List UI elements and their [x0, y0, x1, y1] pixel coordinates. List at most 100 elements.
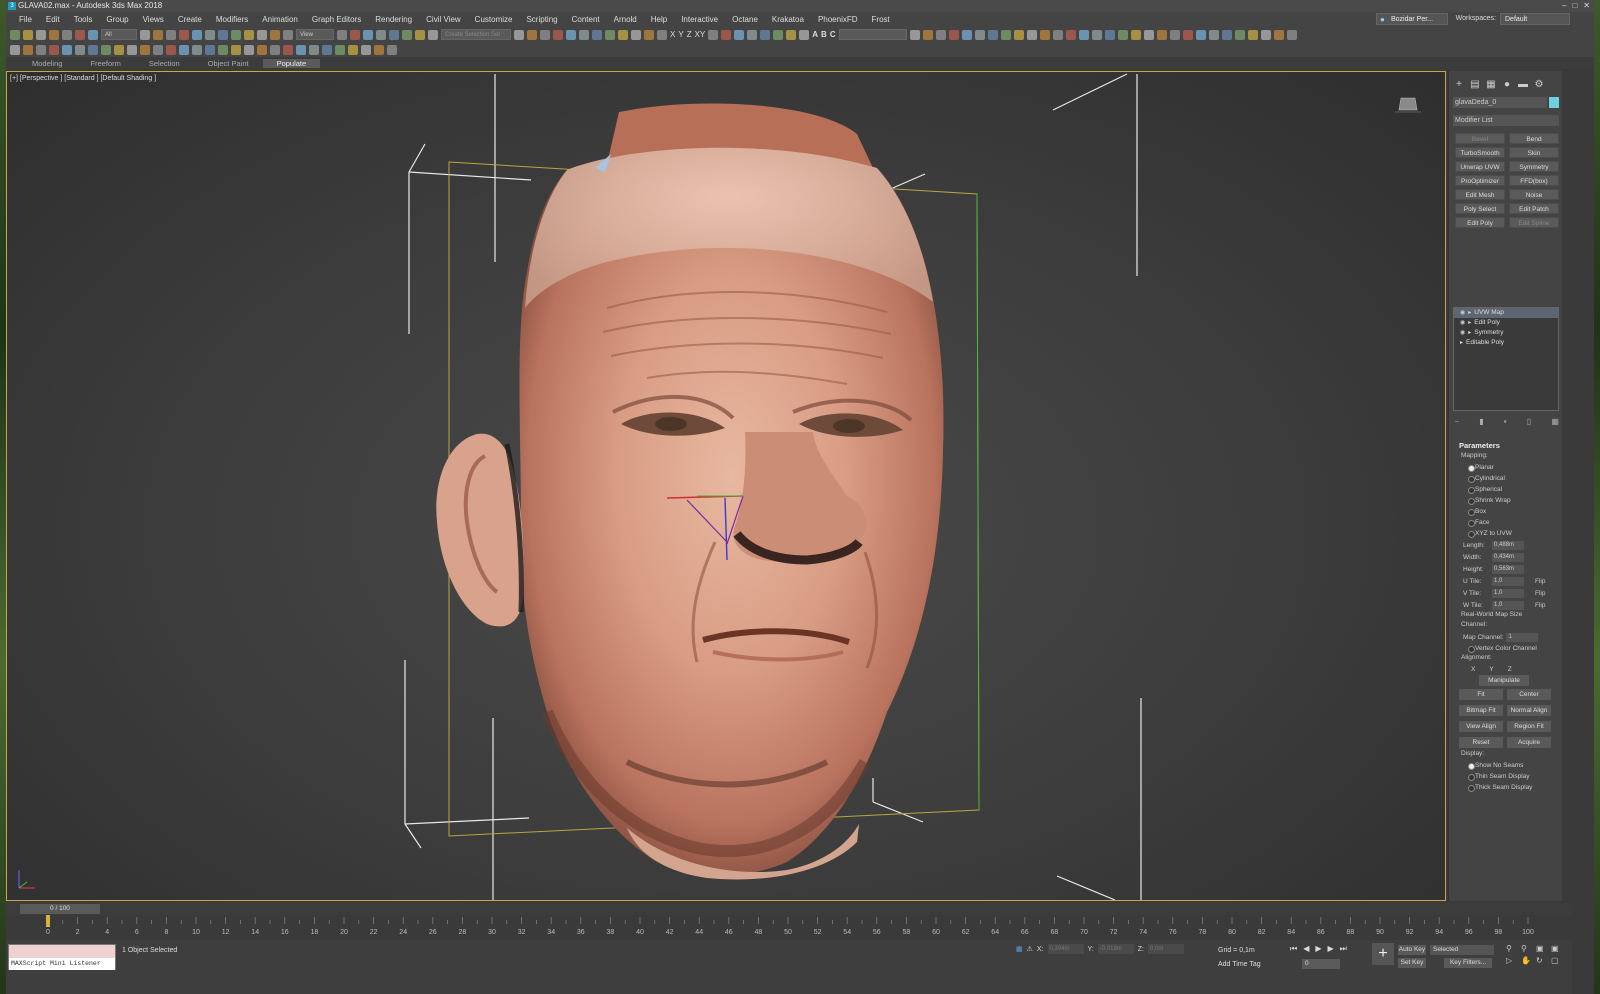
render-tool-icon-5[interactable]	[974, 29, 985, 40]
edit-tool-icon-3[interactable]	[553, 29, 563, 40]
remove-modifier-icon[interactable]: ▯	[1527, 417, 1531, 427]
render-tool-icon-21[interactable]	[1182, 29, 1193, 40]
plugin-tool-icon-10[interactable]	[140, 44, 150, 55]
mapping-spherical-radio[interactable]: Spherical	[1453, 484, 1559, 495]
text-tool-a[interactable]: A	[812, 30, 818, 39]
plugin-tool-icon-26[interactable]	[348, 44, 358, 55]
plugin-tool-icon-16[interactable]	[218, 44, 228, 55]
select-transform-tool-icon-6[interactable]	[218, 29, 228, 40]
mapping-box-radio[interactable]: Box	[1453, 506, 1559, 517]
render-tool-icon-27[interactable]	[1260, 29, 1271, 40]
pan-icon[interactable]: ✋	[1521, 956, 1533, 965]
menu-phoenixfd[interactable]: PhoenixFD	[811, 15, 865, 24]
mapping-xyz-to-uvw-radio[interactable]: XYZ to UVW	[1453, 528, 1559, 539]
y-coordinate-field[interactable]: -0,018m	[1097, 944, 1134, 954]
render-tool-icon-15[interactable]	[1104, 29, 1115, 40]
absolute-mode-icon[interactable]: ▦	[1016, 945, 1023, 953]
select-transform-tool-icon-5[interactable]	[205, 29, 215, 40]
render-tool-icon-2[interactable]	[935, 29, 946, 40]
plugin-tool-icon-2[interactable]	[36, 44, 46, 55]
time-slider[interactable]: 0 / 100	[6, 903, 1572, 915]
configure-sets-icon[interactable]: ▦	[1551, 417, 1559, 427]
modifier-button-skin[interactable]: Skin	[1509, 147, 1559, 158]
orbit-icon[interactable]: ↻	[1536, 956, 1548, 965]
mapping-planar-radio[interactable]: Planar	[1453, 462, 1559, 473]
plugin-tool-icon-17[interactable]	[231, 44, 241, 55]
set-key-button[interactable]: Set Key	[1398, 958, 1426, 968]
menu-views[interactable]: Views	[136, 15, 171, 24]
menu-tools[interactable]: Tools	[67, 15, 100, 24]
viewport-label[interactable]: [+] [Perspective ] [Standard ] [Default …	[10, 75, 156, 82]
normal-align-button[interactable]: Normal Align	[1507, 704, 1551, 716]
modifier-button-poly-select[interactable]: Poly Select	[1455, 203, 1505, 214]
ribbon-tab-modeling[interactable]: Modeling	[18, 59, 76, 68]
align-tool-icon-3[interactable]	[747, 29, 758, 40]
undo-redo-tool-icon-0[interactable]	[10, 29, 20, 40]
plugin-tool-icon-9[interactable]	[127, 44, 137, 55]
menu-graph-editors[interactable]: Graph Editors	[305, 15, 368, 24]
current-frame-field[interactable]: 0	[1302, 959, 1340, 969]
plugin-tool-icon-27[interactable]	[361, 44, 371, 55]
workspace-select[interactable]: Default	[1500, 13, 1570, 25]
modifier-list-dropdown[interactable]: Modifier List	[1453, 115, 1559, 126]
edit-tool-icon-6[interactable]	[592, 29, 602, 40]
z-coordinate-field[interactable]: 0,0m	[1148, 944, 1184, 954]
selection-filter-dropdown[interactable]: All	[101, 29, 137, 40]
current-frame-marker[interactable]	[46, 915, 50, 927]
render-tool-icon-25[interactable]	[1234, 29, 1245, 40]
goto-end-icon[interactable]: ⏭	[1340, 944, 1347, 954]
align-tool-icon-7[interactable]	[799, 29, 810, 40]
select-transform-tool-icon-10[interactable]	[270, 29, 280, 40]
select-transform-tool-icon-1[interactable]	[153, 29, 163, 40]
render-tool-icon-23[interactable]	[1208, 29, 1219, 40]
map-channel-spinner[interactable]: 1	[1506, 632, 1539, 642]
length-spinner[interactable]: 0,488m	[1492, 540, 1524, 550]
plugin-tool-icon-21[interactable]	[283, 44, 293, 55]
center-button[interactable]: Center	[1507, 688, 1551, 700]
listener-output[interactable]: MAXScript Mini Listener	[9, 958, 115, 970]
plugin-tool-icon-28[interactable]	[374, 44, 384, 55]
width-spinner[interactable]: 0,434m	[1492, 552, 1524, 562]
display-tab-icon[interactable]: ▬	[1517, 79, 1529, 90]
visibility-eye-icon[interactable]: ◉	[1460, 318, 1465, 328]
view-align-button[interactable]: View Align	[1459, 720, 1503, 732]
select-transform-tool-icon-9[interactable]	[257, 29, 267, 40]
plugin-tool-icon-19[interactable]	[257, 44, 267, 55]
show-end-result-icon[interactable]: ▮	[1479, 417, 1483, 427]
stack-item[interactable]: ◉ ▸ UVW Map	[1454, 308, 1558, 318]
modifier-button-unwrap-uvw[interactable]: Unwrap UVW	[1455, 161, 1505, 172]
w-tile-flip-checkbox[interactable]: Flip	[1535, 602, 1545, 609]
v-tile-spinner[interactable]: 1,0	[1492, 588, 1524, 598]
v-tile-flip-checkbox[interactable]: Flip	[1535, 590, 1545, 597]
listener-input[interactable]	[9, 945, 115, 958]
next-frame-icon[interactable]: ▶	[1328, 944, 1334, 954]
edit-tool-icon-2[interactable]	[540, 29, 550, 40]
reference-coord-dropdown[interactable]: View	[296, 29, 334, 40]
hierarchy-tab-icon[interactable]: ▦	[1485, 79, 1497, 90]
select-transform-tool-icon-3[interactable]	[179, 29, 189, 40]
ribbon-tab-object-paint[interactable]: Object Paint	[194, 59, 263, 68]
snap-tool-icon-0[interactable]	[337, 29, 347, 40]
expand-arrow-icon[interactable]: ▸	[1468, 318, 1471, 328]
stack-item[interactable]: ◉ ▸ Edit Poly	[1454, 318, 1558, 328]
select-transform-tool-icon-8[interactable]	[244, 29, 254, 40]
plugin-tool-icon-11[interactable]	[153, 44, 163, 55]
text-tool-c[interactable]: C	[830, 30, 836, 39]
render-tool-icon-1[interactable]	[922, 29, 933, 40]
make-unique-icon[interactable]: ▪	[1504, 417, 1507, 427]
vertex-color-channel-radio[interactable]: Vertex Color Channel	[1453, 643, 1559, 654]
menu-edit[interactable]: Edit	[39, 15, 67, 24]
goto-start-icon[interactable]: ⏮	[1290, 944, 1297, 954]
motion-tab-icon[interactable]: ●	[1501, 79, 1513, 90]
select-transform-tool-icon-2[interactable]	[166, 29, 176, 40]
viewcube-icon[interactable]	[1395, 94, 1421, 114]
undo-redo-tool-icon-2[interactable]	[36, 29, 46, 40]
visibility-eye-icon[interactable]: ◉	[1460, 328, 1465, 338]
edit-tool-icon-5[interactable]	[579, 29, 589, 40]
user-account-dropdown[interactable]: ● Bozidar Per...	[1376, 13, 1448, 25]
x-coordinate-field[interactable]: 0,394m	[1047, 944, 1084, 954]
plugin-tool-icon-8[interactable]	[114, 44, 124, 55]
height-spinner[interactable]: 0,563m	[1492, 564, 1524, 574]
render-tool-icon-28[interactable]	[1273, 29, 1284, 40]
modify-tab-icon[interactable]: ▤	[1469, 79, 1481, 90]
